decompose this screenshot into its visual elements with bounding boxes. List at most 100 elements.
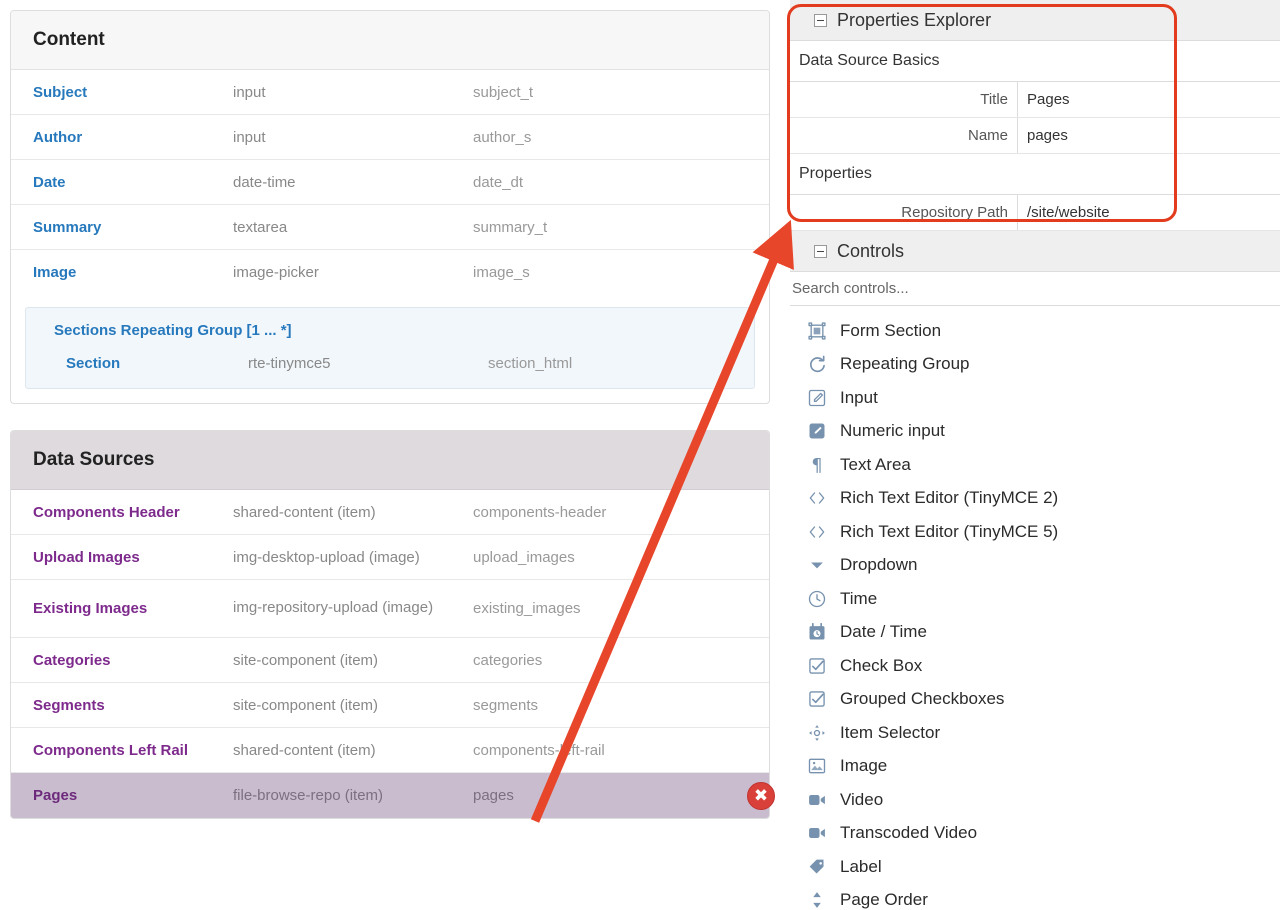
control-item[interactable]: Image	[790, 750, 1280, 784]
data-source-row[interactable]: Upload Images img-desktop-upload (image) u…	[11, 535, 769, 580]
sort-updown-icon	[806, 889, 828, 910]
control-item-label: Label	[840, 856, 882, 876]
property-key: Name	[790, 118, 1018, 153]
left-column: Content Subject input subject_t Author input…	[0, 0, 782, 910]
property-key: Title	[790, 82, 1018, 117]
controls-header[interactable]: Controls	[790, 231, 1280, 272]
control-item[interactable]: Repeating Group	[790, 348, 1280, 382]
control-item-label: Input	[840, 387, 878, 407]
property-row[interactable]: Repository Path/site/website	[790, 195, 1280, 231]
field-id: summary_t	[473, 218, 548, 236]
video-camera-icon	[806, 789, 828, 811]
control-item[interactable]: Video	[790, 783, 1280, 817]
field-name: Section	[66, 355, 121, 372]
video-camera-icon	[806, 822, 828, 844]
data-source-id: segments	[473, 696, 539, 714]
app-root: Content Subject input subject_t Author input…	[0, 0, 1280, 910]
field-id: image_s	[473, 264, 530, 281]
collapse-minus-icon[interactable]	[814, 13, 827, 27]
data-sources-panel: Data Sources Components Header shared-con…	[10, 430, 770, 819]
field-name: Date	[33, 173, 66, 191]
sections-repeating-group[interactable]: Sections Repeating Group [1 ... *] Secti…	[25, 307, 755, 389]
control-item[interactable]: Form Section	[790, 314, 1280, 348]
clock-icon	[806, 588, 828, 610]
data-source-id: components-left-rail	[473, 741, 605, 759]
caret-down-icon	[806, 554, 828, 576]
code-brackets-icon	[806, 487, 828, 509]
data-sources-panel-title: Data Sources	[11, 431, 769, 490]
control-item-label: Page Order	[840, 890, 928, 910]
property-row[interactable]: Title Pages	[790, 82, 1280, 118]
data-source-row[interactable]: Pages file-browse-repo (item) pages	[11, 773, 769, 818]
data-source-name: Existing Images	[33, 600, 148, 617]
data-sources-row-list: Components Header shared-content (item) co…	[11, 490, 769, 818]
data-source-id: components-header	[473, 503, 607, 521]
controls-search-input[interactable]: Search controls...	[790, 272, 1280, 306]
field-type: date-time	[233, 173, 296, 191]
data-source-id: existing_images	[473, 600, 581, 617]
control-item[interactable]: ¶ Text Area	[790, 448, 1280, 482]
field-name: Subject	[33, 83, 88, 101]
data-source-row[interactable]: Existing Images img-repository-upload (im…	[11, 580, 769, 638]
control-item[interactable]: Item Selector	[790, 716, 1280, 750]
data-source-row[interactable]: Segments site-component (item) segments	[11, 683, 769, 728]
repeating-group-wrapper: Sections Repeating Group [1 ... *] Secti…	[11, 295, 769, 403]
data-source-row[interactable]: Categories site-component (item) categorie…	[11, 638, 769, 683]
repeating-group-field-row[interactable]: Section rte-tinymce5 section_html	[26, 347, 754, 378]
data-source-name: Components Left Rail	[33, 741, 189, 759]
control-item[interactable]: Date / Time	[790, 616, 1280, 650]
control-item[interactable]: Grouped Checkboxes	[790, 683, 1280, 717]
control-item[interactable]: Check Box	[790, 649, 1280, 683]
property-row[interactable]: Name pages	[790, 118, 1280, 154]
control-item-label: Item Selector	[840, 722, 941, 742]
image-icon	[806, 755, 828, 777]
control-item-label: Numeric input	[840, 421, 945, 441]
pencil-box-outline-icon	[806, 387, 828, 409]
data-source-row[interactable]: Components Left Rail shared-content (item…	[11, 728, 769, 773]
field-type: input	[233, 83, 266, 101]
content-field-row[interactable]: Image image-picker image_s	[11, 250, 769, 295]
control-item[interactable]: Rich Text Editor (TinyMCE 5)	[790, 515, 1280, 549]
repeat-icon	[806, 353, 828, 375]
data-source-name: Upload Images	[33, 548, 140, 566]
property-group-label: Data Source Basics	[790, 41, 1280, 82]
control-item[interactable]: Numeric input	[790, 415, 1280, 449]
data-source-name: Segments	[33, 696, 105, 714]
data-source-type: site-component (item)	[233, 696, 379, 714]
content-field-row[interactable]: Summary textarea summary_t	[11, 205, 769, 250]
control-item[interactable]: Input	[790, 381, 1280, 415]
property-value[interactable]: Pages	[1018, 82, 1280, 117]
control-item[interactable]: Label	[790, 850, 1280, 884]
content-field-row[interactable]: Date date-time date_dt	[11, 160, 769, 205]
field-id: author_s	[473, 128, 532, 146]
control-item-label: Date / Time	[840, 622, 927, 642]
property-value[interactable]: /site/website	[1018, 195, 1280, 230]
control-item[interactable]: Page Order	[790, 884, 1280, 910]
content-field-row[interactable]: Subject input subject_t	[11, 70, 769, 115]
data-source-type: file-browse-repo (item)	[233, 787, 384, 804]
form-section-icon	[806, 320, 828, 342]
data-source-type: site-component (item)	[233, 651, 379, 669]
field-name: Author	[33, 128, 83, 146]
calendar-clock-icon	[806, 621, 828, 643]
control-item-label: Dropdown	[840, 555, 918, 575]
control-item-label: Transcoded Video	[840, 823, 978, 843]
data-source-row[interactable]: Components Header shared-content (item) co…	[11, 490, 769, 535]
content-panel-title: Content	[11, 11, 769, 70]
property-key: Repository Path	[790, 195, 1018, 230]
collapse-minus-icon[interactable]	[814, 244, 827, 258]
property-group-label: Properties	[790, 154, 1280, 195]
properties-explorer-header[interactable]: Properties Explorer	[790, 0, 1280, 41]
control-item[interactable]: Transcoded Video	[790, 817, 1280, 851]
control-item[interactable]: Dropdown	[790, 549, 1280, 583]
content-field-row[interactable]: Author input author_s	[11, 115, 769, 160]
control-item-label: Rich Text Editor (TinyMCE 5)	[840, 521, 1059, 541]
tag-icon	[806, 856, 828, 878]
property-value[interactable]: pages	[1018, 118, 1280, 153]
content-field-list: Subject input subject_t Author input author_s…	[11, 70, 769, 295]
field-name: Summary	[33, 218, 102, 236]
control-item-label: Form Section	[840, 320, 942, 340]
control-item[interactable]: Rich Text Editor (TinyMCE 2)	[790, 482, 1280, 516]
control-item[interactable]: Time	[790, 582, 1280, 616]
control-item-label: Time	[840, 588, 878, 608]
